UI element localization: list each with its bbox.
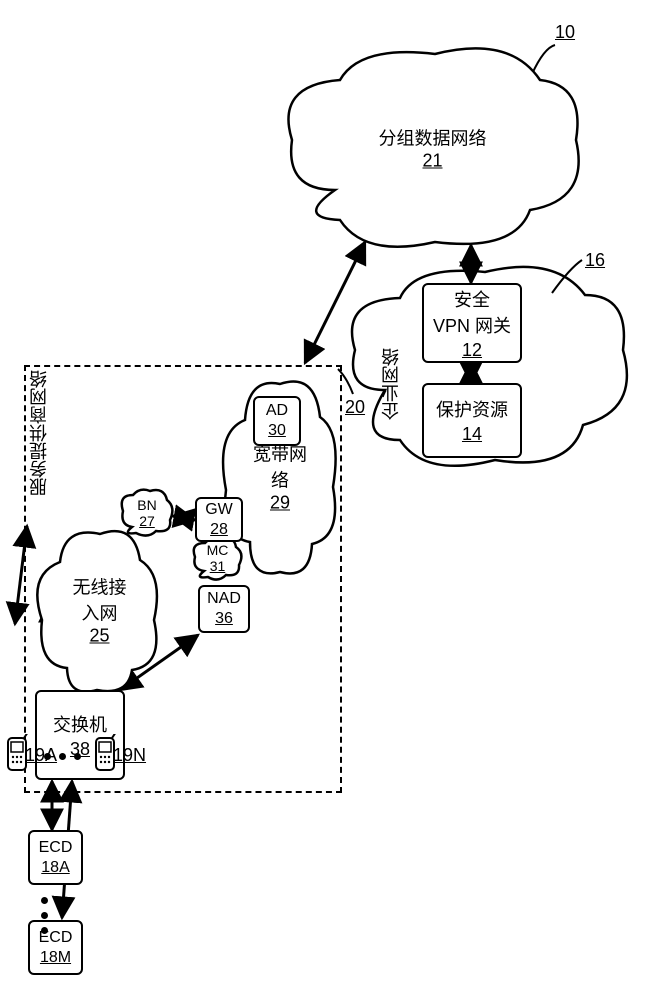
ecd-ellipsis [41,897,48,934]
nad-box: NAD 36 [198,585,250,633]
enterprise-id-label: 16 [585,248,605,271]
gw-box: GW 28 [195,497,243,542]
access-cloud: 无线接入网 25 [32,520,167,700]
phone-n-label: 19N [113,743,146,766]
phone-ellipsis [44,753,81,760]
packet-data-cloud: 分组数据网络 21 [280,40,585,255]
ecd-m-box: ECD 18M [28,920,83,975]
sp-id-label: 20 [345,395,365,418]
protected-resource-box: 保护资源 14 [422,383,522,458]
ad-box: AD 30 [253,396,301,446]
enterprise-label: 企业网络 [378,348,404,420]
ecd-a-box: ECD 18A [28,830,83,885]
sp-label: 服务提供商网络 [26,370,52,496]
vpn-gateway-box: 安全 VPN 网关 12 [422,283,522,363]
